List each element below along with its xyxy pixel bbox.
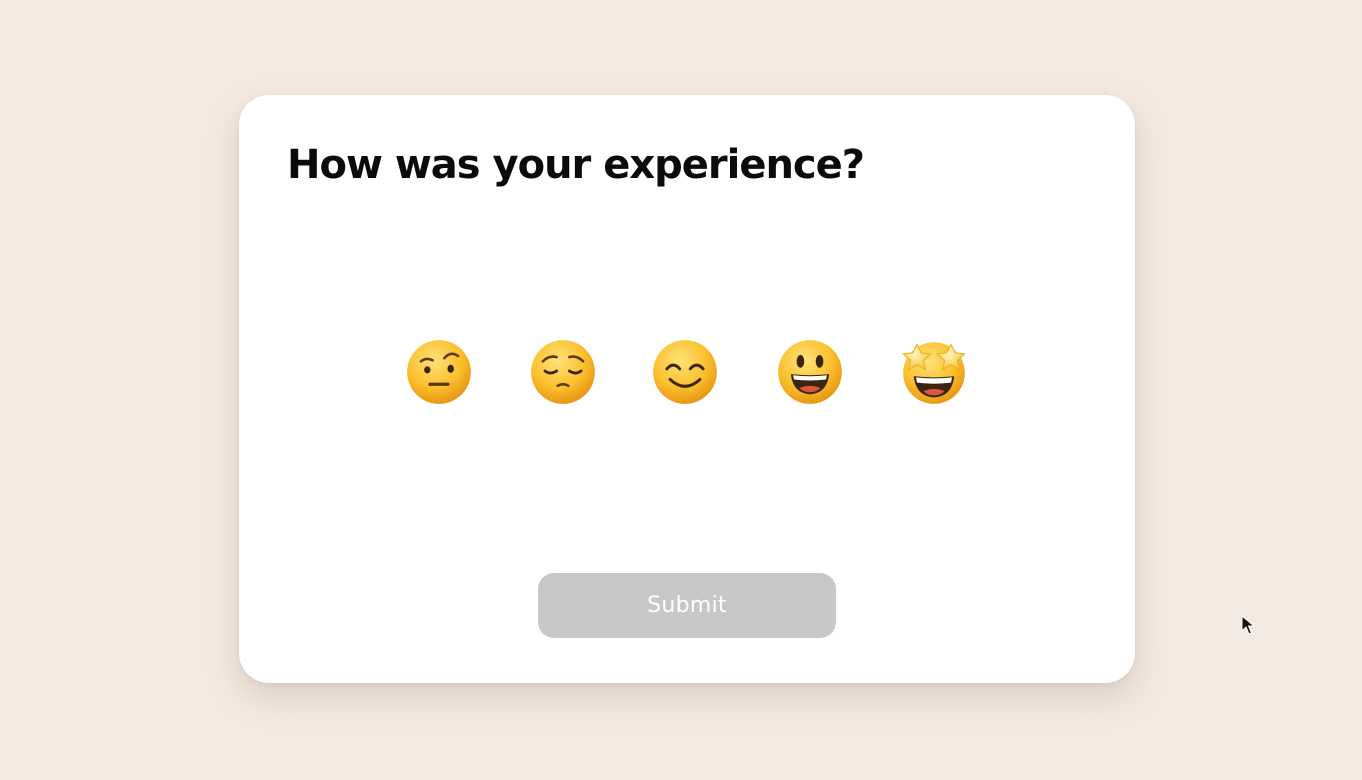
smiling-face-with-smiling-eyes-icon[interactable] [651,338,719,406]
star-struck-icon[interactable] [900,338,968,406]
emoji-rating-row [239,338,1135,408]
mouse-cursor-icon [1241,615,1255,635]
pensive-face-icon[interactable] [529,338,597,406]
face-with-raised-eyebrow-icon[interactable] [405,338,473,406]
grinning-face-with-big-eyes-icon[interactable] [776,338,844,406]
submit-button[interactable]: Submit [538,573,836,638]
page-title: How was your experience? [287,142,865,188]
feedback-card: How was your experience? Submit [239,95,1135,683]
